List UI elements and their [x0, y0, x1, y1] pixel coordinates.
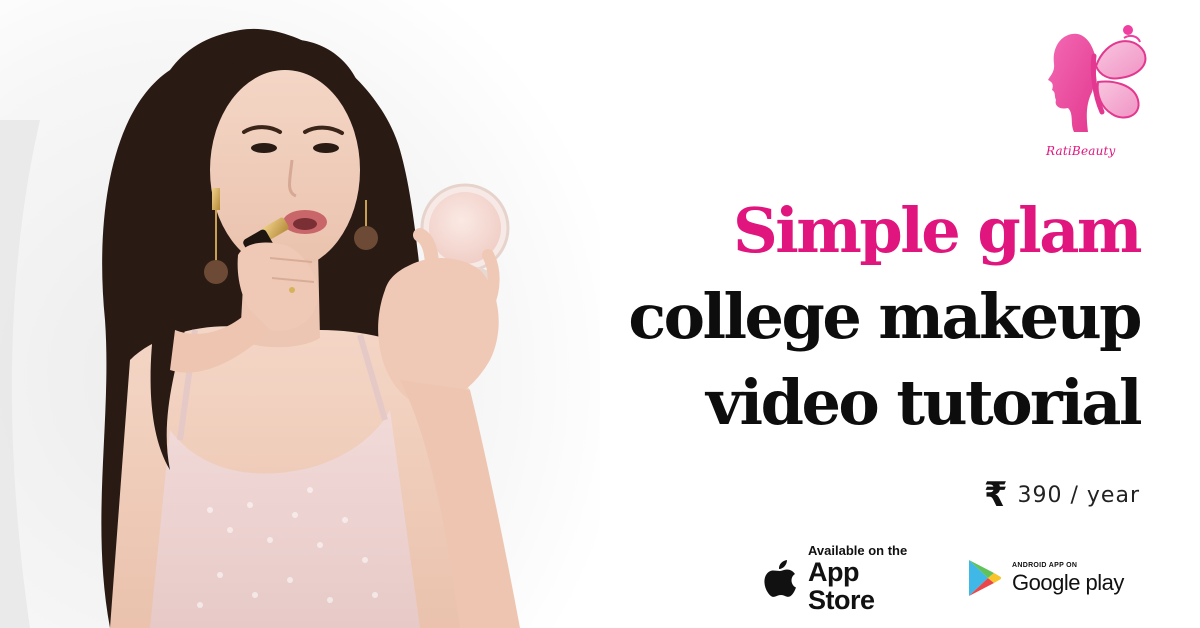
ratibeauty-logo: RatiBeauty [1040, 20, 1152, 170]
google-play-icon [969, 560, 1002, 596]
headline-line-accent: Simple glam [732, 194, 1143, 267]
headline: Simple glam college makeup video tutoria… [628, 188, 1143, 446]
model-photo [0, 0, 600, 628]
ad-banner: RatiBeauty Simple glam college makeup vi… [0, 0, 1200, 628]
headline-line-3: video tutorial [706, 366, 1142, 439]
logo-wordmark: RatiBeauty [1046, 144, 1116, 158]
face-butterfly-logo-icon [1048, 25, 1147, 132]
app-store-small-text: Available on the [808, 542, 908, 558]
app-store-badge[interactable]: Available on the App Store [762, 543, 932, 614]
google-play-badge[interactable]: ANDROID APP ON Google play [966, 552, 1146, 604]
price-amount: 390 / year [1017, 482, 1140, 508]
price: ₹ 390 / year [984, 478, 1140, 512]
headline-line-2: college makeup [628, 280, 1142, 353]
apple-icon [764, 560, 796, 597]
rupee-icon: ₹ [983, 475, 1008, 515]
google-play-label: Google play [1012, 569, 1124, 595]
google-play-small-text: ANDROID APP ON [1012, 561, 1078, 569]
app-store-label: App Store [808, 556, 875, 615]
